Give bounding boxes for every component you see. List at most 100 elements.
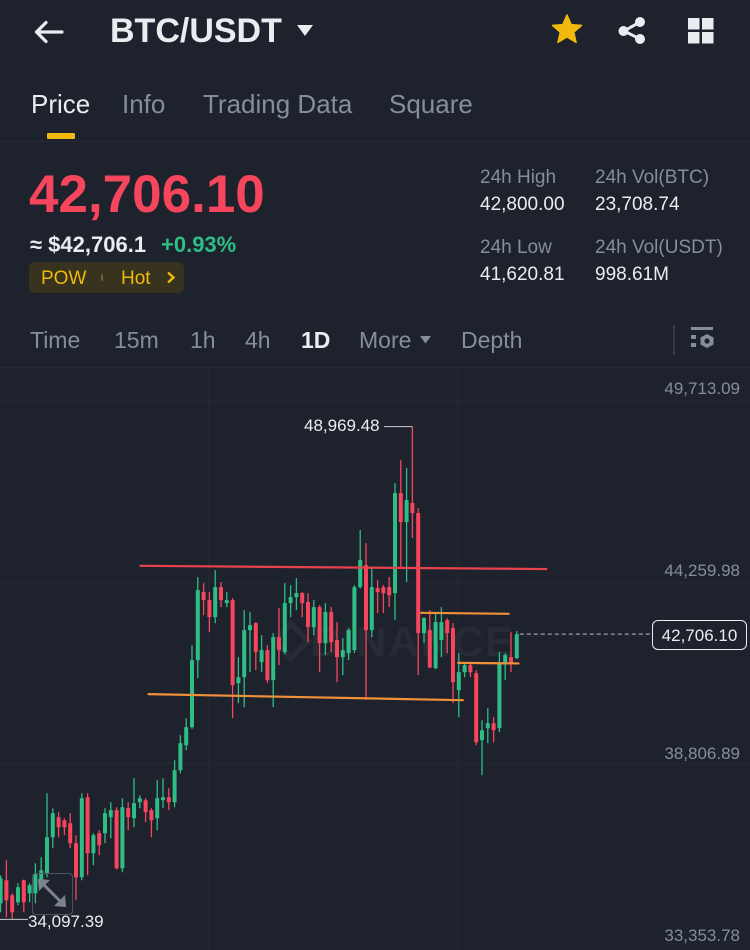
tab-square[interactable]: Square xyxy=(389,91,473,117)
chart-canvas[interactable] xyxy=(0,368,750,950)
trendline-upper-range[interactable] xyxy=(420,611,510,615)
candle-body-down[interactable] xyxy=(317,607,322,644)
share-button[interactable] xyxy=(614,13,650,49)
candle-body-down[interactable] xyxy=(277,637,281,651)
interval-depth[interactable]: Depth xyxy=(461,329,522,352)
candle-body-down[interactable] xyxy=(265,650,270,681)
candle-body-down[interactable] xyxy=(329,612,334,643)
candle-body-up[interactable] xyxy=(236,677,241,684)
candle-body-down[interactable] xyxy=(4,880,9,901)
candle-body-down[interactable] xyxy=(416,513,421,634)
candle-body-down[interactable] xyxy=(201,592,206,601)
candle-body-up[interactable] xyxy=(497,662,502,729)
candle-body-up[interactable] xyxy=(27,885,32,894)
candle-body-up[interactable] xyxy=(108,810,113,818)
candle-body-up[interactable] xyxy=(514,634,519,659)
candle-body-down[interactable] xyxy=(149,810,154,821)
interval-15m[interactable]: 15m xyxy=(114,329,159,352)
trendline-lower-range[interactable] xyxy=(457,661,520,665)
candle-body-up[interactable] xyxy=(259,650,264,663)
candle-body-up[interactable] xyxy=(311,607,316,628)
candle-body-up[interactable] xyxy=(485,723,490,729)
candle-body-down[interactable] xyxy=(445,620,450,634)
candle-body-down[interactable] xyxy=(230,600,235,686)
candle-body-up[interactable] xyxy=(271,637,276,681)
candle-body-up[interactable] xyxy=(0,878,3,904)
candle-body-up[interactable] xyxy=(288,597,293,604)
apps-grid-button[interactable] xyxy=(686,16,716,46)
candle-body-down[interactable] xyxy=(74,843,78,878)
candle-body-up[interactable] xyxy=(190,660,194,728)
candle-body-up[interactable] xyxy=(503,655,508,664)
candle-body-up[interactable] xyxy=(456,672,461,691)
candle-body-up[interactable] xyxy=(358,560,363,588)
interval-time[interactable]: Time xyxy=(30,329,80,352)
candle-body-down[interactable] xyxy=(381,587,386,594)
candle-body-down[interactable] xyxy=(62,820,67,828)
favorite-button[interactable] xyxy=(549,12,585,48)
candle-body-up[interactable] xyxy=(439,622,444,641)
candle-body-up[interactable] xyxy=(79,798,84,878)
symbol-selector[interactable]: BTC/USDT xyxy=(108,10,320,54)
candle-body-down[interactable] xyxy=(427,630,432,668)
candle-body-up[interactable] xyxy=(120,807,125,869)
candle-body-up[interactable] xyxy=(404,500,409,523)
candlestick-chart[interactable] xyxy=(0,368,750,950)
candle-body-down[interactable] xyxy=(375,588,380,593)
candle-body-down[interactable] xyxy=(85,797,90,854)
candle-body-down[interactable] xyxy=(451,628,455,683)
candle-body-down[interactable] xyxy=(335,640,339,658)
interval-more-dropdown[interactable]: More xyxy=(359,326,435,356)
candle-body-up[interactable] xyxy=(393,493,397,594)
interval-4h[interactable]: 4h xyxy=(245,329,271,352)
interval-1h[interactable]: 1h xyxy=(190,329,216,352)
candle-body-down[interactable] xyxy=(97,833,102,846)
candle-body-up[interactable] xyxy=(91,835,96,854)
candle-body-up[interactable] xyxy=(480,730,484,741)
candle-body-up[interactable] xyxy=(224,600,229,604)
candle-body-up[interactable] xyxy=(50,813,55,838)
candle-body-up[interactable] xyxy=(178,743,183,771)
candle-body-down[interactable] xyxy=(253,623,258,653)
candle-body-up[interactable] xyxy=(323,612,328,644)
tab-trading-data[interactable]: Trading Data xyxy=(203,91,352,117)
back-button[interactable] xyxy=(32,18,66,46)
candle-body-up[interactable] xyxy=(282,603,287,653)
candle-body-up[interactable] xyxy=(137,798,142,803)
candle-body-down[interactable] xyxy=(207,600,212,618)
candle-body-down[interactable] xyxy=(21,880,26,903)
candle-body-down[interactable] xyxy=(300,593,305,604)
candle-body-up[interactable] xyxy=(433,622,438,669)
candle-body-up[interactable] xyxy=(195,590,200,661)
interval-1d[interactable]: 1D xyxy=(301,329,330,352)
candle-body-up[interactable] xyxy=(340,650,345,658)
trendline-resistance[interactable] xyxy=(139,564,548,571)
candle-body-down[interactable] xyxy=(10,895,15,913)
candle-body-up[interactable] xyxy=(242,630,247,678)
trendline-support[interactable] xyxy=(147,693,464,702)
candle-body-up[interactable] xyxy=(161,797,165,801)
candle-body-down[interactable] xyxy=(398,493,403,523)
candle-body-up[interactable] xyxy=(346,630,351,654)
candle-body-down[interactable] xyxy=(387,587,392,596)
candle-body-down[interactable] xyxy=(509,657,513,664)
tab-info[interactable]: Info xyxy=(122,91,165,117)
candle-body-down[interactable] xyxy=(474,673,479,743)
candle-body-down[interactable] xyxy=(410,503,415,514)
last-price-tag[interactable]: 42,706.10 xyxy=(652,620,747,650)
candle-body-down[interactable] xyxy=(306,602,310,628)
chart-settings-button[interactable] xyxy=(689,326,717,352)
tab-price[interactable]: Price xyxy=(31,91,90,117)
candle-body-up[interactable] xyxy=(352,587,357,651)
candle-body-up[interactable] xyxy=(45,837,49,874)
candle-body-up[interactable] xyxy=(248,625,252,631)
candle-body-down[interactable] xyxy=(56,817,61,828)
candle-body-down[interactable] xyxy=(166,797,171,803)
candle-body-down[interactable] xyxy=(68,823,73,844)
candle-body-up[interactable] xyxy=(462,665,467,673)
candle-body-up[interactable] xyxy=(369,587,374,631)
candle-body-down[interactable] xyxy=(114,810,119,869)
candle-body-up[interactable] xyxy=(294,593,299,598)
candle-body-up[interactable] xyxy=(422,618,426,634)
candle-body-down[interactable] xyxy=(364,565,368,631)
